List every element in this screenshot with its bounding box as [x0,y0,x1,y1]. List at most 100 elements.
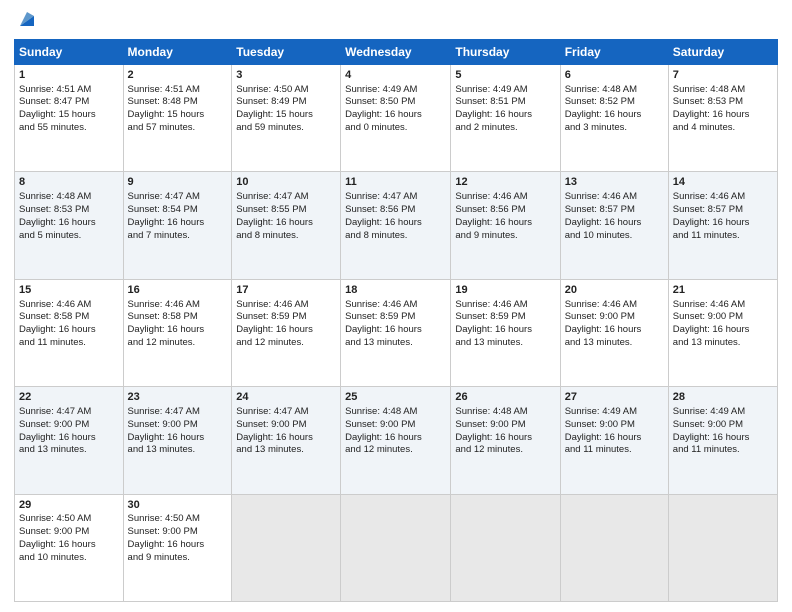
day-info-line: and 0 minutes. [345,122,446,135]
day-info-line: and 12 minutes. [236,337,336,350]
day-info-line: Sunset: 9:00 PM [19,526,119,539]
day-number: 12 [455,175,555,190]
day-info-line: Sunrise: 4:47 AM [236,406,336,419]
day-info-line: Daylight: 16 hours [345,324,446,337]
day-cell: 4Sunrise: 4:49 AMSunset: 8:50 PMDaylight… [341,64,451,171]
weekday-header-row: SundayMondayTuesdayWednesdayThursdayFrid… [15,39,778,64]
day-number: 4 [345,68,446,83]
day-number: 3 [236,68,336,83]
day-info-line: Sunrise: 4:46 AM [236,299,336,312]
day-number: 25 [345,390,446,405]
day-info-line: Sunset: 8:55 PM [236,204,336,217]
day-cell: 11Sunrise: 4:47 AMSunset: 8:56 PMDayligh… [341,172,451,279]
day-info-line: Sunrise: 4:47 AM [128,406,228,419]
day-info-line: and 13 minutes. [673,337,773,350]
day-info-line: Daylight: 16 hours [673,432,773,445]
day-info-line: Sunset: 8:59 PM [455,311,555,324]
day-info-line: Sunset: 8:53 PM [19,204,119,217]
day-info-line: Sunset: 8:50 PM [345,96,446,109]
week-row-3: 15Sunrise: 4:46 AMSunset: 8:58 PMDayligh… [15,279,778,386]
logo-icon [16,8,38,30]
day-number: 10 [236,175,336,190]
day-info-line: Sunset: 8:52 PM [565,96,664,109]
day-info-line: Daylight: 16 hours [19,432,119,445]
day-info-line: Sunrise: 4:46 AM [565,299,664,312]
day-info-line: Daylight: 16 hours [455,217,555,230]
day-cell: 25Sunrise: 4:48 AMSunset: 9:00 PMDayligh… [341,387,451,494]
day-info-line: and 13 minutes. [128,444,228,457]
day-cell: 16Sunrise: 4:46 AMSunset: 8:58 PMDayligh… [123,279,232,386]
day-info-line: Sunset: 8:49 PM [236,96,336,109]
day-number: 1 [19,68,119,83]
day-info-line: Sunrise: 4:48 AM [19,191,119,204]
day-info-line: Sunset: 9:00 PM [345,419,446,432]
day-cell: 29Sunrise: 4:50 AMSunset: 9:00 PMDayligh… [15,494,124,601]
day-number: 23 [128,390,228,405]
day-info-line: Sunrise: 4:46 AM [19,299,119,312]
day-info-line: Daylight: 16 hours [673,109,773,122]
day-info-line: and 10 minutes. [19,552,119,565]
day-info-line: and 9 minutes. [128,552,228,565]
day-info-line: and 12 minutes. [128,337,228,350]
weekday-header-sunday: Sunday [15,39,124,64]
day-info-line: Sunrise: 4:46 AM [673,299,773,312]
day-info-line: Sunrise: 4:46 AM [673,191,773,204]
day-info-line: Sunrise: 4:46 AM [565,191,664,204]
day-info-line: and 13 minutes. [19,444,119,457]
day-info-line: Daylight: 16 hours [345,109,446,122]
calendar: SundayMondayTuesdayWednesdayThursdayFrid… [14,39,778,602]
day-info-line: Sunrise: 4:46 AM [128,299,228,312]
day-cell: 24Sunrise: 4:47 AMSunset: 9:00 PMDayligh… [232,387,341,494]
day-info-line: Sunset: 9:00 PM [455,419,555,432]
day-info-line: and 8 minutes. [345,230,446,243]
day-info-line: Sunrise: 4:49 AM [455,84,555,97]
logo [14,10,38,33]
weekday-header-thursday: Thursday [451,39,560,64]
day-cell [232,494,341,601]
day-info-line: Sunrise: 4:48 AM [455,406,555,419]
day-info-line: and 11 minutes. [565,444,664,457]
day-cell: 1Sunrise: 4:51 AMSunset: 8:47 PMDaylight… [15,64,124,171]
day-info-line: Sunrise: 4:50 AM [19,513,119,526]
day-info-line: Sunset: 8:57 PM [673,204,773,217]
weekday-header-tuesday: Tuesday [232,39,341,64]
day-info-line: Daylight: 16 hours [565,324,664,337]
day-number: 5 [455,68,555,83]
day-cell: 8Sunrise: 4:48 AMSunset: 8:53 PMDaylight… [15,172,124,279]
day-cell: 5Sunrise: 4:49 AMSunset: 8:51 PMDaylight… [451,64,560,171]
day-info-line: and 11 minutes. [673,230,773,243]
week-row-2: 8Sunrise: 4:48 AMSunset: 8:53 PMDaylight… [15,172,778,279]
day-info-line: Daylight: 16 hours [455,109,555,122]
day-cell: 9Sunrise: 4:47 AMSunset: 8:54 PMDaylight… [123,172,232,279]
weekday-header-saturday: Saturday [668,39,777,64]
day-cell: 13Sunrise: 4:46 AMSunset: 8:57 PMDayligh… [560,172,668,279]
day-number: 28 [673,390,773,405]
day-number: 6 [565,68,664,83]
day-info-line: and 2 minutes. [455,122,555,135]
day-info-line: and 11 minutes. [19,337,119,350]
day-info-line: Sunrise: 4:46 AM [345,299,446,312]
day-info-line: Sunset: 8:54 PM [128,204,228,217]
day-info-line: and 5 minutes. [19,230,119,243]
day-info-line: and 11 minutes. [673,444,773,457]
day-info-line: and 13 minutes. [455,337,555,350]
day-info-line: Daylight: 16 hours [128,432,228,445]
day-info-line: Daylight: 16 hours [19,324,119,337]
day-info-line: Sunset: 9:00 PM [128,419,228,432]
day-info-line: and 13 minutes. [565,337,664,350]
day-number: 14 [673,175,773,190]
day-info-line: Sunrise: 4:49 AM [565,406,664,419]
day-info-line: and 13 minutes. [345,337,446,350]
weekday-header-monday: Monday [123,39,232,64]
day-info-line: Daylight: 16 hours [345,217,446,230]
day-info-line: Daylight: 16 hours [19,539,119,552]
day-info-line: Sunrise: 4:50 AM [128,513,228,526]
day-cell: 23Sunrise: 4:47 AMSunset: 9:00 PMDayligh… [123,387,232,494]
day-cell: 7Sunrise: 4:48 AMSunset: 8:53 PMDaylight… [668,64,777,171]
day-cell: 28Sunrise: 4:49 AMSunset: 9:00 PMDayligh… [668,387,777,494]
day-info-line: and 13 minutes. [236,444,336,457]
day-info-line: Sunrise: 4:48 AM [673,84,773,97]
day-info-line: and 8 minutes. [236,230,336,243]
day-info-line: Sunset: 8:58 PM [19,311,119,324]
day-cell: 14Sunrise: 4:46 AMSunset: 8:57 PMDayligh… [668,172,777,279]
